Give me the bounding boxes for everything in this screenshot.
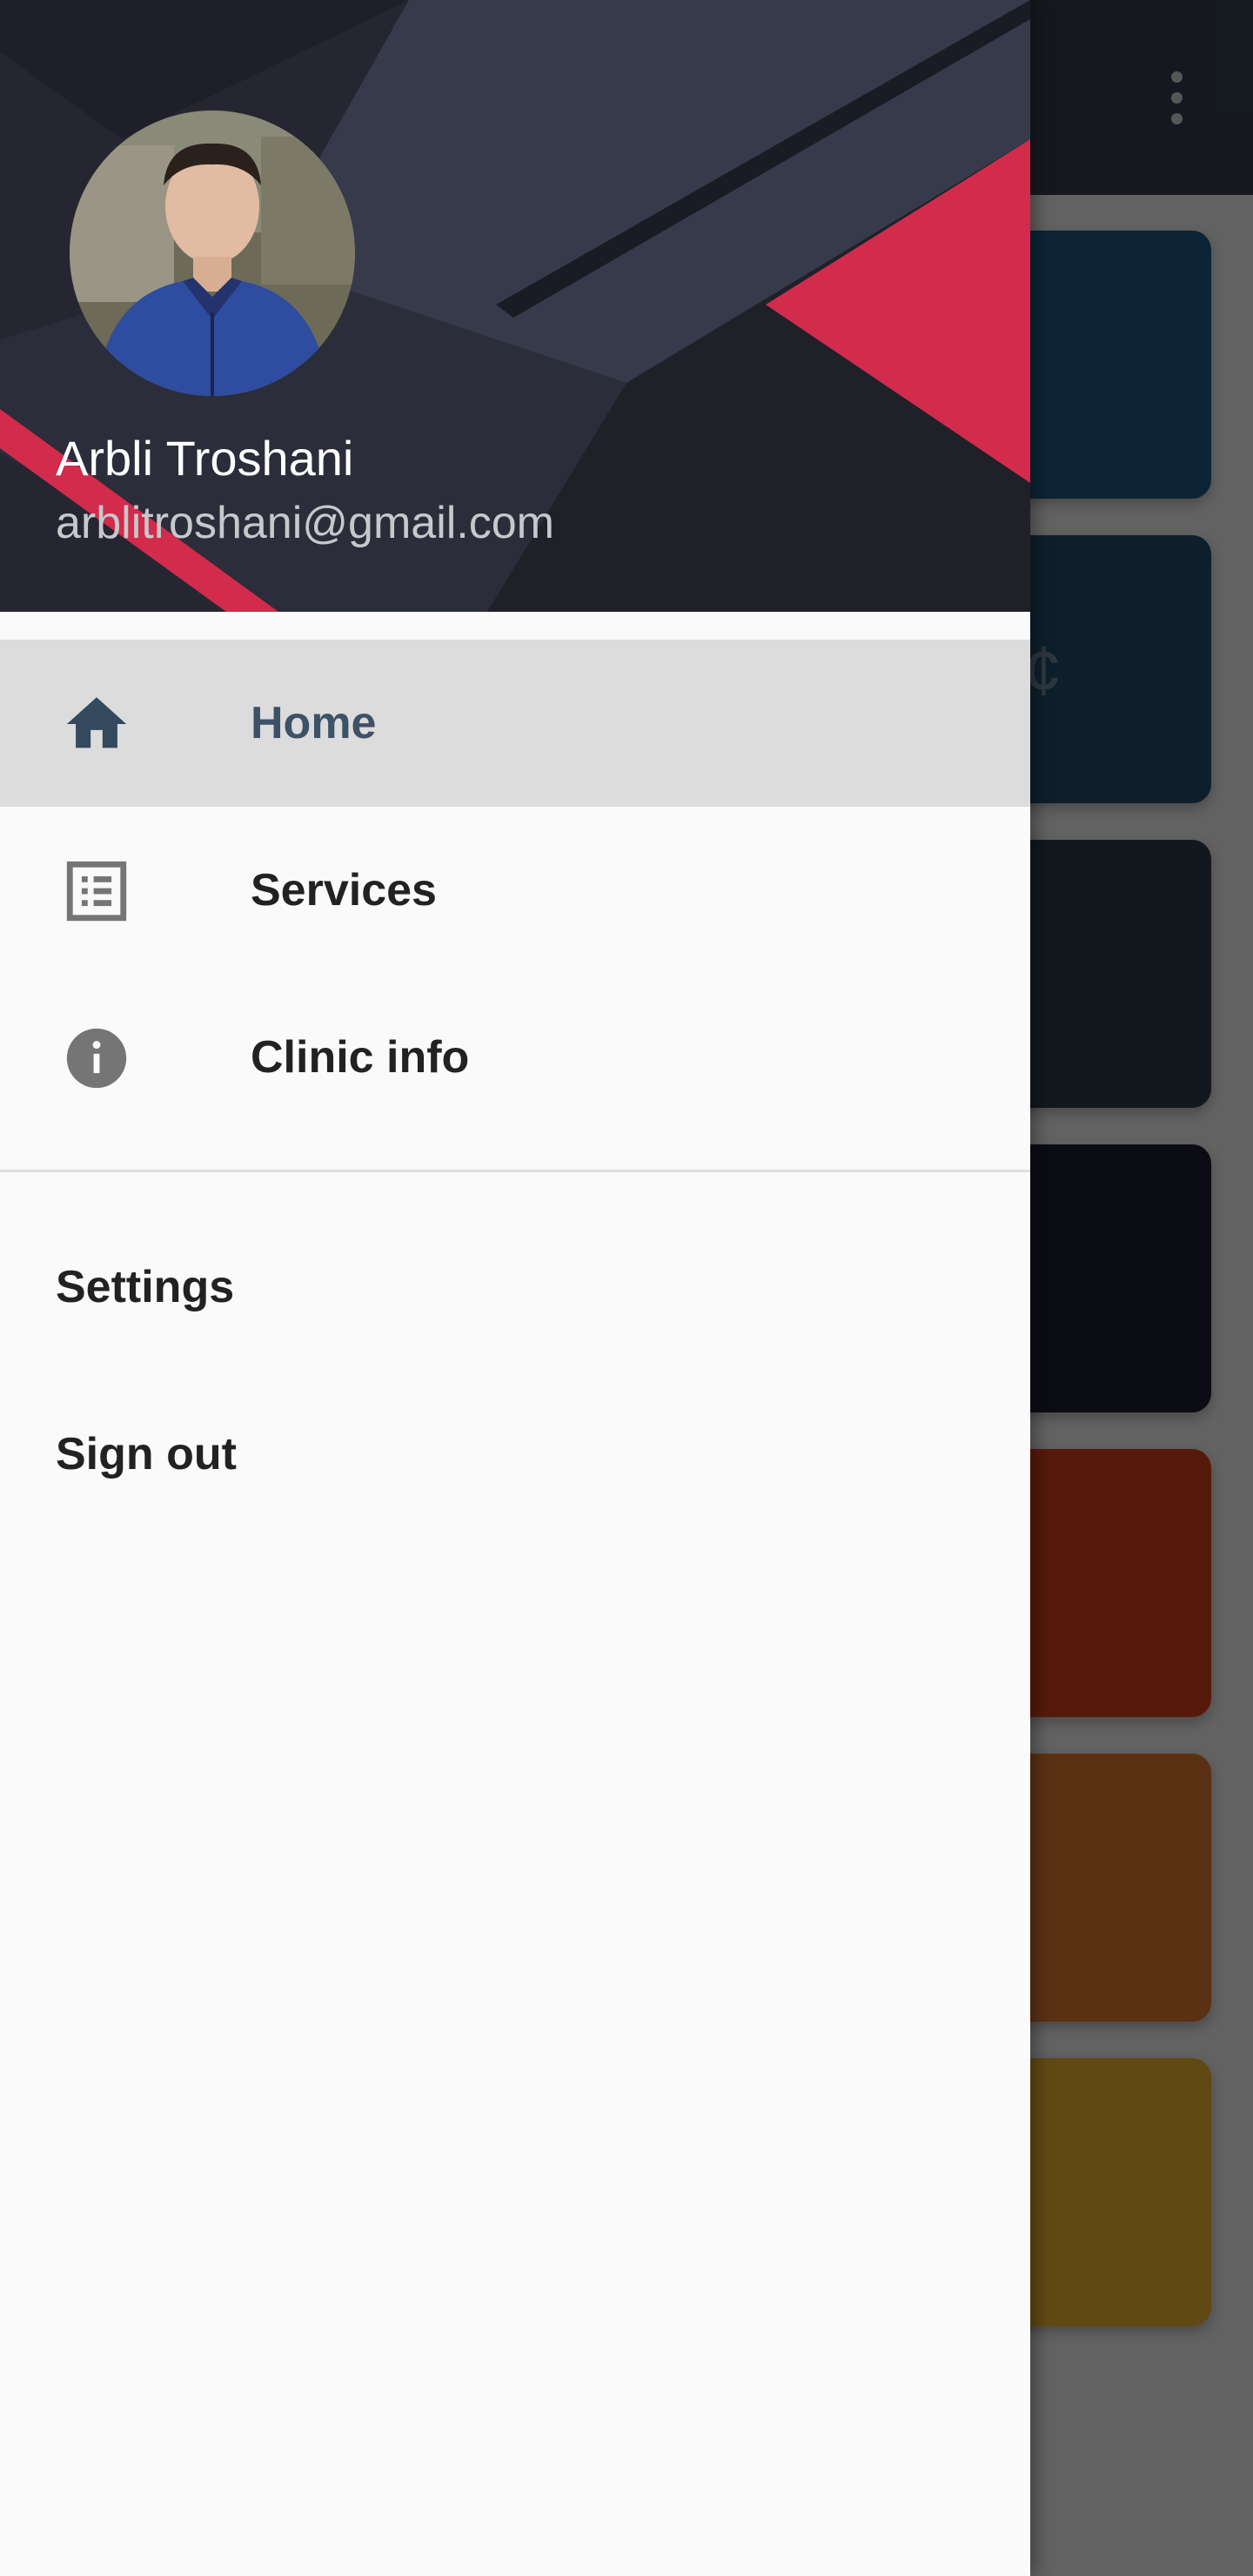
settings-label: Settings — [56, 1262, 235, 1312]
menu-item-settings[interactable]: Settings — [0, 1204, 1030, 1371]
menu-divider — [0, 1170, 1030, 1172]
menu-item-label: Home — [251, 698, 377, 748]
home-icon — [66, 697, 127, 748]
user-email: arblitroshani@gmail.com — [56, 498, 554, 548]
user-avatar[interactable] — [70, 111, 355, 396]
user-name: Arbli Troshani — [56, 431, 354, 486]
navigation-drawer: Arbli Troshani arblitroshani@gmail.com H… — [0, 0, 1030, 2576]
menu-item-home[interactable]: Home — [0, 640, 1030, 807]
menu-item-label: Clinic info — [251, 1032, 470, 1083]
info-icon — [66, 1028, 127, 1089]
menu-item-sign-out[interactable]: Sign out — [0, 1371, 1030, 1538]
menu-item-label: Services — [251, 865, 437, 916]
list-icon — [66, 861, 127, 922]
drawer-header: Arbli Troshani arblitroshani@gmail.com — [0, 0, 1030, 612]
drawer-menu: Home Services Clinic info — [0, 640, 1030, 1141]
sign-out-label: Sign out — [56, 1429, 237, 1479]
menu-item-clinic-info[interactable]: Clinic info — [0, 974, 1030, 1141]
avatar-photo — [70, 111, 355, 396]
menu-item-services[interactable]: Services — [0, 807, 1030, 974]
